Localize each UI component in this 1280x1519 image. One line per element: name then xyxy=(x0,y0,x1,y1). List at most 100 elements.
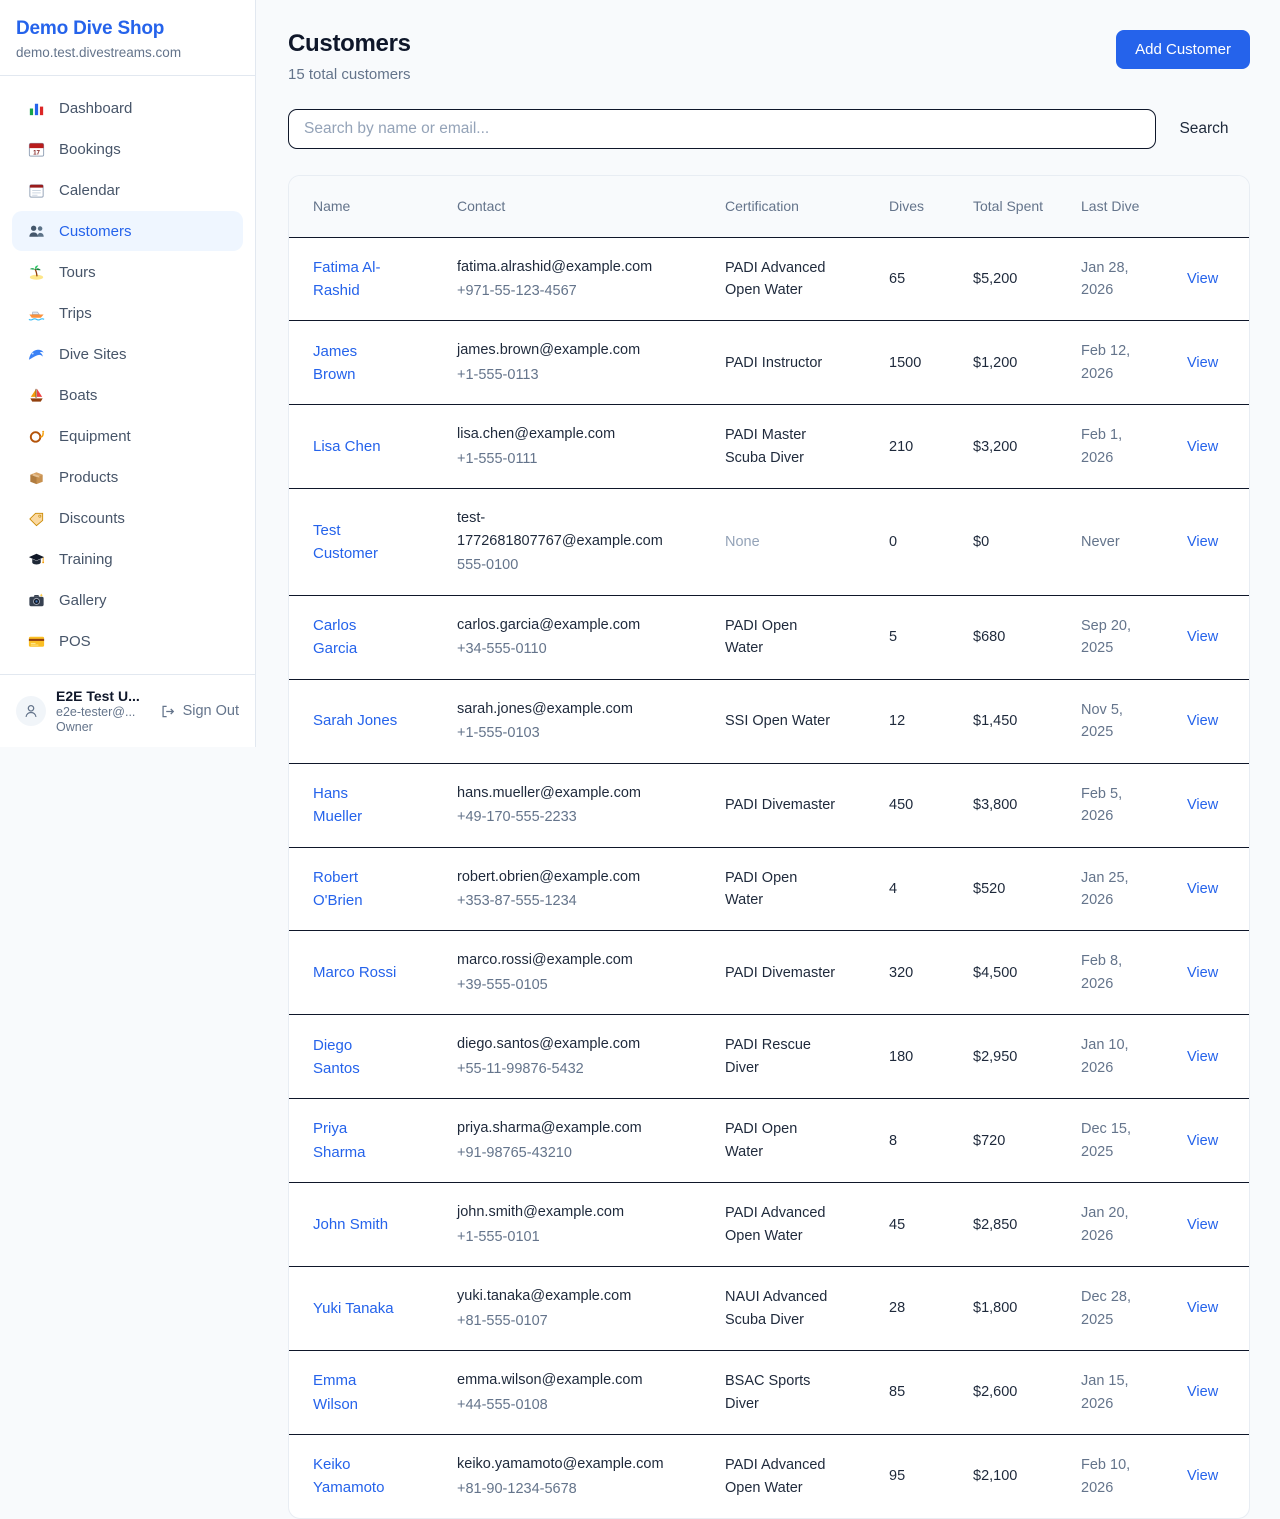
sidebar-item-calendar[interactable]: Calendar xyxy=(12,170,243,210)
view-customer-link[interactable]: View xyxy=(1187,965,1218,981)
customer-certification: PADI Rescue Diver xyxy=(725,1034,837,1079)
customer-dives: 450 xyxy=(873,763,957,847)
customer-name-link[interactable]: Hans Mueller xyxy=(313,782,401,829)
customer-email: john.smith@example.com xyxy=(457,1201,662,1223)
customer-total-spent: $720 xyxy=(957,1099,1065,1183)
customer-phone: +971-55-123-4567 xyxy=(457,280,693,302)
customer-name-link[interactable]: Keiko Yamamoto xyxy=(313,1453,401,1500)
view-customer-link[interactable]: View xyxy=(1187,1384,1218,1400)
customer-phone: +55-11-99876-5432 xyxy=(457,1058,693,1080)
view-customer-link[interactable]: View xyxy=(1187,355,1218,371)
table-row: John Smith john.smith@example.com +1-555-0… xyxy=(289,1183,1249,1267)
customer-name-link[interactable]: Marco Rossi xyxy=(313,961,396,984)
view-customer-link[interactable]: View xyxy=(1187,1300,1218,1316)
customer-phone: +91-98765-43210 xyxy=(457,1142,693,1164)
customer-phone: +1-555-0101 xyxy=(457,1226,693,1248)
customer-dives: 8 xyxy=(873,1099,957,1183)
customer-name-link[interactable]: Sarah Jones xyxy=(313,709,397,732)
customer-last-dive: Nov 5, 2025 xyxy=(1081,699,1141,744)
sidebar-item-label: Products xyxy=(59,469,118,486)
search-button[interactable]: Search xyxy=(1158,112,1250,146)
sidebar-item-tours[interactable]: Tours xyxy=(12,252,243,292)
search-input[interactable] xyxy=(288,109,1156,149)
customer-certification: NAUI Advanced Scuba Diver xyxy=(725,1286,837,1331)
sidebar: Demo Dive Shop demo.test.divestreams.com… xyxy=(0,0,256,747)
customer-name-link[interactable]: Diego Santos xyxy=(313,1034,401,1081)
sidebar-item-customers[interactable]: Customers xyxy=(12,211,243,251)
view-customer-link[interactable]: View xyxy=(1187,629,1218,645)
sidebar-item-label: Gallery xyxy=(59,592,107,609)
sidebar-item-bookings[interactable]: 17 Bookings xyxy=(12,129,243,169)
sidebar-item-label: Discounts xyxy=(59,510,125,527)
sidebar-item-label: Dashboard xyxy=(59,100,132,117)
sidebar-item-dive-sites[interactable]: Dive Sites xyxy=(12,334,243,374)
customer-phone: +1-555-0111 xyxy=(457,448,693,470)
customer-last-dive: Feb 12, 2026 xyxy=(1081,340,1141,385)
search-bar: Search xyxy=(288,109,1250,149)
customer-name-link[interactable]: James Brown xyxy=(313,340,401,387)
column-header-certification: Certification xyxy=(709,176,873,237)
customer-name-link[interactable]: Carlos Garcia xyxy=(313,614,401,661)
add-customer-button[interactable]: Add Customer xyxy=(1116,30,1250,69)
customer-certification: None xyxy=(725,531,837,553)
customer-last-dive: Never xyxy=(1081,531,1141,553)
customer-name-link[interactable]: Priya Sharma xyxy=(313,1117,401,1164)
customer-email: priya.sharma@example.com xyxy=(457,1117,662,1139)
customer-dives: 0 xyxy=(873,489,957,595)
view-customer-link[interactable]: View xyxy=(1187,881,1218,897)
customer-email: emma.wilson@example.com xyxy=(457,1369,662,1391)
sidebar-nav: Dashboard 17 Bookings Calendar Customers… xyxy=(0,76,255,674)
sidebar-item-equipment[interactable]: Equipment xyxy=(12,416,243,456)
customer-total-spent: $5,200 xyxy=(957,237,1065,321)
customer-last-dive: Feb 8, 2026 xyxy=(1081,950,1141,995)
column-header-total-spent: Total Spent xyxy=(957,176,1065,237)
view-customer-link[interactable]: View xyxy=(1187,797,1218,813)
customer-total-spent: $2,950 xyxy=(957,1015,1065,1099)
customer-email: hans.mueller@example.com xyxy=(457,782,662,804)
person-icon xyxy=(22,702,40,720)
customer-phone: +49-170-555-2233 xyxy=(457,806,693,828)
customer-total-spent: $1,800 xyxy=(957,1267,1065,1351)
sidebar-item-products[interactable]: Products xyxy=(12,457,243,497)
customer-dives: 5 xyxy=(873,595,957,679)
view-customer-link[interactable]: View xyxy=(1187,713,1218,729)
sidebar-item-training[interactable]: Training xyxy=(12,539,243,579)
customers-table-card: Name Contact Certification Dives Total S… xyxy=(288,175,1250,1519)
customer-name-link[interactable]: Fatima Al-Rashid xyxy=(313,256,401,303)
customer-name-link[interactable]: Emma Wilson xyxy=(313,1369,401,1416)
customer-name-link[interactable]: Lisa Chen xyxy=(313,435,381,458)
customer-last-dive: Jan 20, 2026 xyxy=(1081,1202,1141,1247)
customer-last-dive: Sep 20, 2025 xyxy=(1081,615,1141,660)
view-customer-link[interactable]: View xyxy=(1187,271,1218,287)
sign-out-button[interactable]: Sign Out xyxy=(159,703,239,720)
sidebar-item-boats[interactable]: Boats xyxy=(12,375,243,415)
customer-name-link[interactable]: Robert O'Brien xyxy=(313,866,401,913)
view-customer-link[interactable]: View xyxy=(1187,1133,1218,1149)
customer-name-link[interactable]: Yuki Tanaka xyxy=(313,1297,394,1320)
shop-header: Demo Dive Shop demo.test.divestreams.com xyxy=(0,0,255,76)
sidebar-item-trips[interactable]: Trips xyxy=(12,293,243,333)
tag-icon xyxy=(26,508,46,528)
view-customer-link[interactable]: View xyxy=(1187,1468,1218,1484)
customer-name-link[interactable]: John Smith xyxy=(313,1213,388,1236)
customer-certification: PADI Master Scuba Diver xyxy=(725,424,837,469)
view-customer-link[interactable]: View xyxy=(1187,534,1218,550)
sidebar-item-discounts[interactable]: Discounts xyxy=(12,498,243,538)
customer-certification: PADI Advanced Open Water xyxy=(725,1454,837,1499)
table-row: James Brownjames.brown@example.com+1-555… xyxy=(289,321,1249,405)
sidebar-item-dashboard[interactable]: Dashboard xyxy=(12,88,243,128)
wave-icon xyxy=(26,344,46,364)
sidebar-item-label: POS xyxy=(59,633,91,650)
customer-name-link[interactable]: Test Customer xyxy=(313,519,401,566)
customer-dives: 85 xyxy=(873,1351,957,1435)
sidebar-item-pos[interactable]: POS xyxy=(12,621,243,661)
view-customer-link[interactable]: View xyxy=(1187,1049,1218,1065)
table-row: Carlos Garciacarlos.garcia@example.com+3… xyxy=(289,595,1249,679)
view-customer-link[interactable]: View xyxy=(1187,1217,1218,1233)
sidebar-item-gallery[interactable]: Gallery xyxy=(12,580,243,620)
customer-dives: 320 xyxy=(873,931,957,1015)
customer-last-dive: Dec 28, 2025 xyxy=(1081,1286,1141,1331)
view-customer-link[interactable]: View xyxy=(1187,439,1218,455)
customer-dives: 12 xyxy=(873,679,957,763)
customer-email: sarah.jones@example.com xyxy=(457,698,662,720)
